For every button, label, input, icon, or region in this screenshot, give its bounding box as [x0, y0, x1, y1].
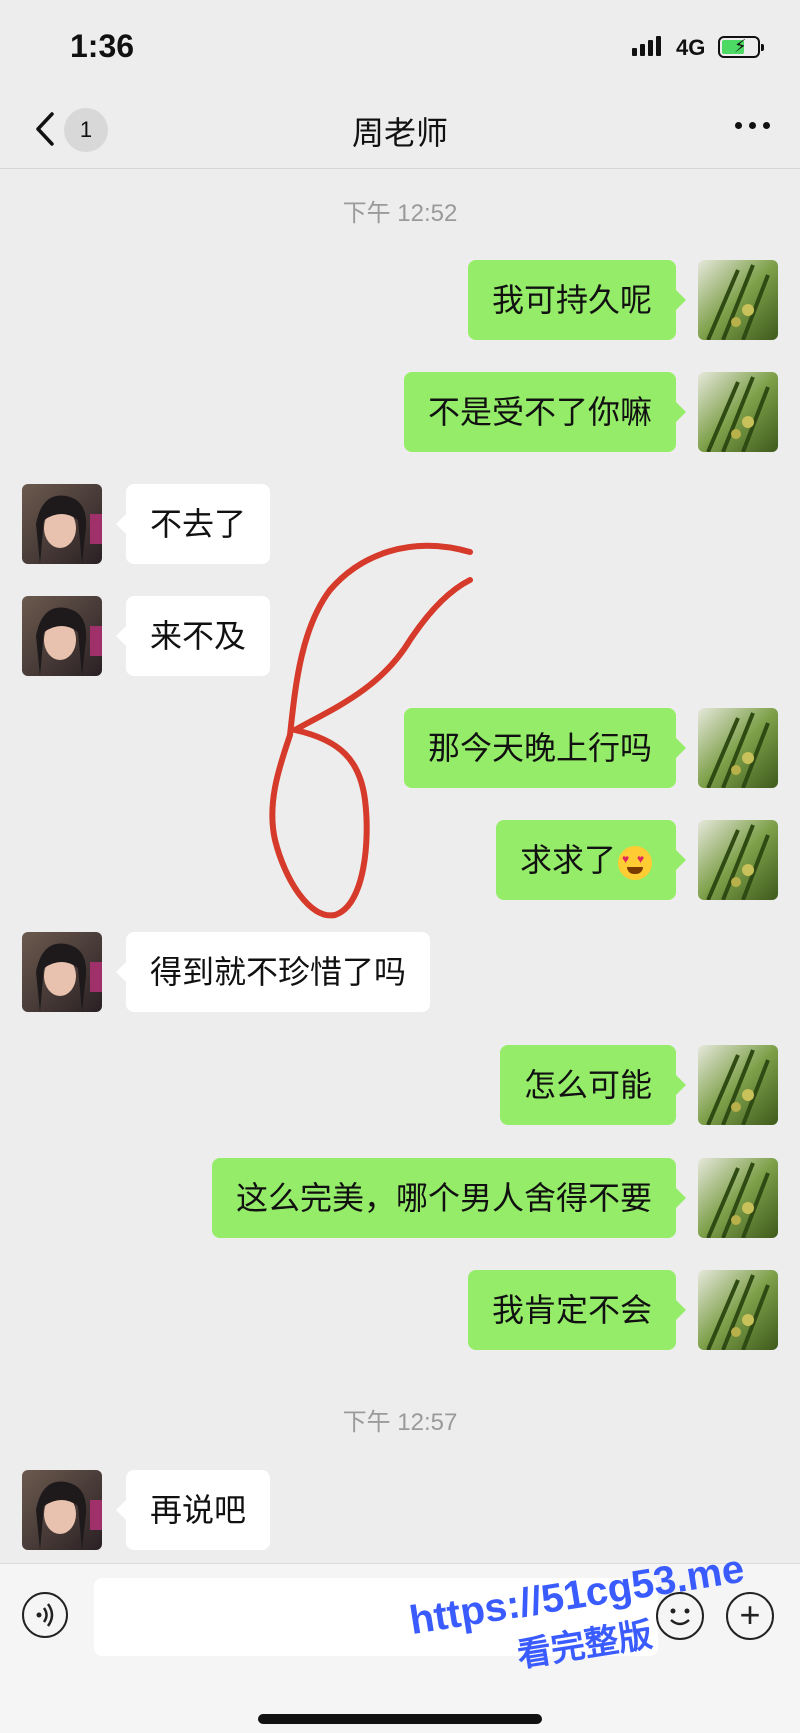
voice-input-button[interactable]	[22, 1592, 68, 1638]
voice-icon	[36, 1603, 54, 1627]
red-annotation-scribble	[269, 542, 473, 919]
home-indicator	[258, 1714, 542, 1724]
